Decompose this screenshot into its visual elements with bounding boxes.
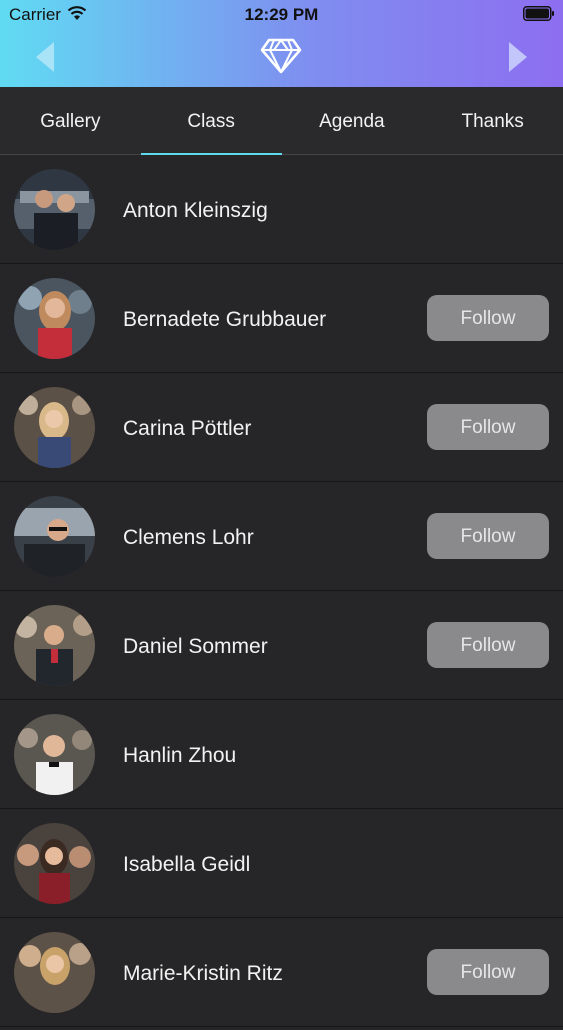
avatar xyxy=(14,932,95,1013)
list-item[interactable]: Carina Pöttler Follow xyxy=(0,373,563,482)
avatar xyxy=(14,387,95,468)
class-list: Anton Kleinszig Bernadete Grubbauer Foll… xyxy=(0,155,563,1027)
person-name: Anton Kleinszig xyxy=(123,199,268,222)
person-name: Bernadete Grubbauer xyxy=(123,308,327,331)
list-item[interactable]: Bernadete Grubbauer Follow xyxy=(0,264,563,373)
tab-bar: Gallery Class Agenda Thanks xyxy=(0,87,563,155)
avatar xyxy=(14,278,95,359)
list-item[interactable]: Hanlin Zhou xyxy=(0,700,563,809)
person-name: Isabella Geidl xyxy=(123,853,251,876)
status-bar: Carrier 12:29 PM xyxy=(0,0,563,28)
follow-button[interactable]: Follow xyxy=(427,513,549,559)
person-name: Clemens Lohr xyxy=(123,526,254,549)
tab-thanks[interactable]: Thanks xyxy=(422,87,563,154)
person-name: Daniel Sommer xyxy=(123,635,268,658)
avatar xyxy=(14,169,95,250)
status-time: 12:29 PM xyxy=(244,5,319,24)
tab-agenda[interactable]: Agenda xyxy=(282,87,423,154)
avatar xyxy=(14,605,95,686)
follow-button[interactable]: Follow xyxy=(427,949,549,995)
chevron-right-icon xyxy=(509,42,527,72)
back-button[interactable] xyxy=(34,40,56,74)
tab-class[interactable]: Class xyxy=(140,87,282,155)
avatar xyxy=(14,823,95,904)
follow-button[interactable]: Follow xyxy=(427,295,549,341)
list-item[interactable]: Anton Kleinszig xyxy=(0,155,563,264)
follow-button[interactable]: Follow xyxy=(427,622,549,668)
list-item[interactable]: Clemens Lohr Follow xyxy=(0,482,563,591)
follow-button[interactable]: Follow xyxy=(427,404,549,450)
list-item[interactable]: Isabella Geidl xyxy=(0,809,563,918)
list-item[interactable]: Daniel Sommer Follow xyxy=(0,591,563,700)
chevron-left-icon xyxy=(36,42,54,72)
avatar xyxy=(14,714,95,795)
person-name: Carina Pöttler xyxy=(123,417,252,440)
avatar xyxy=(14,496,95,577)
person-name: Marie-Kristin Ritz xyxy=(123,962,283,985)
tab-gallery[interactable]: Gallery xyxy=(0,87,141,154)
person-name: Hanlin Zhou xyxy=(123,744,237,767)
diamond-icon xyxy=(260,38,302,74)
app-header: Carrier 12:29 PM xyxy=(0,0,563,87)
forward-button[interactable] xyxy=(507,40,529,74)
list-item[interactable]: Marie-Kristin Ritz Follow xyxy=(0,918,563,1027)
battery-icon xyxy=(523,6,554,21)
